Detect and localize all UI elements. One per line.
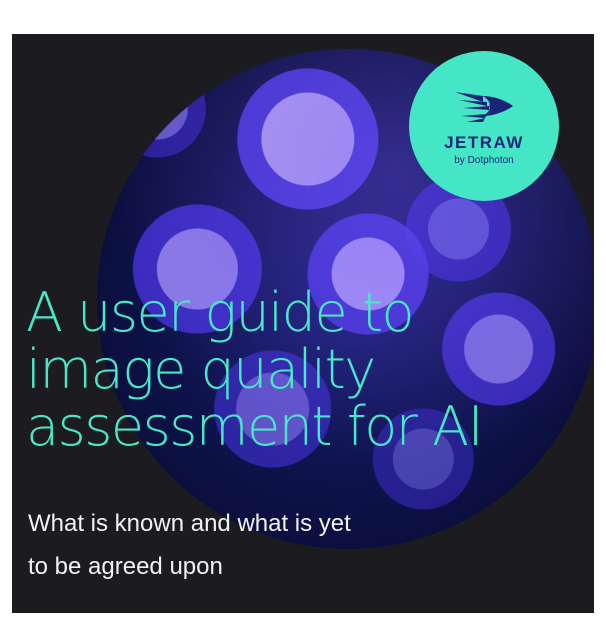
logo-name: JETRAW [444, 132, 524, 152]
logo-badge: JETRAW by Dotphoton [409, 51, 559, 201]
bird-logo-icon [455, 91, 513, 122]
subtitle: What is known and what is yet to be agre… [28, 502, 548, 588]
subtitle-line-2: to be agreed upon [28, 553, 223, 580]
subtitle-line-1: What is known and what is yet [28, 510, 351, 537]
cover-card: JETRAW by Dotphoton A user guide to imag… [12, 34, 594, 613]
headline: A user guide to image quality assessment… [26, 284, 591, 455]
headline-line-2: image quality [26, 338, 376, 401]
headline-line-1: A user guide to [26, 281, 415, 344]
logo-byline: by Dotphoton [454, 154, 514, 166]
headline-line-3: assessment for AI [26, 395, 484, 458]
